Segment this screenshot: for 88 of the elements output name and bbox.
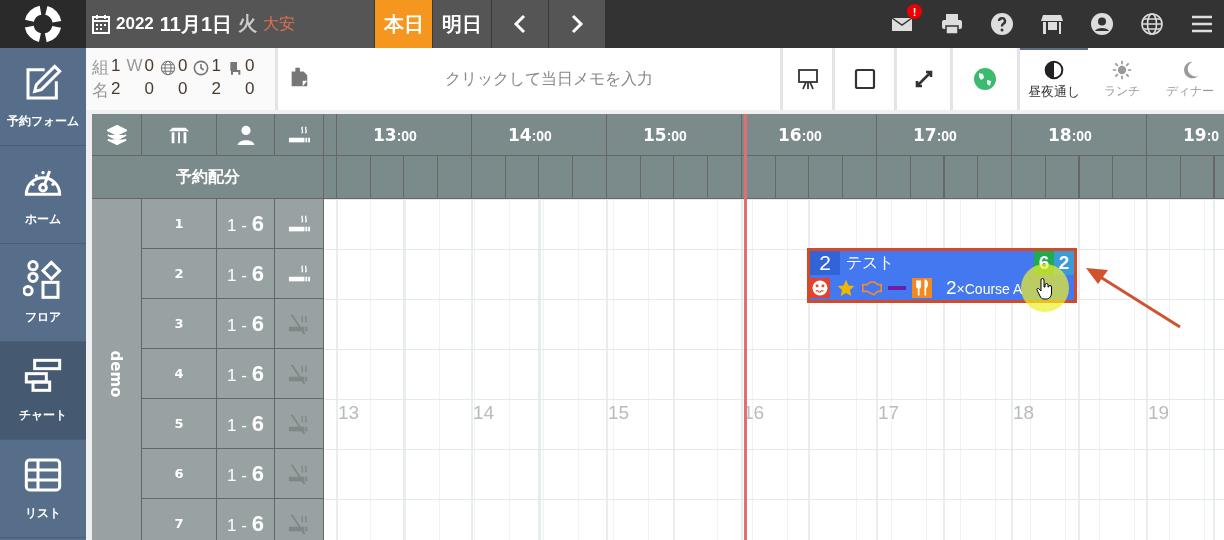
stats-value: 2 (211, 79, 221, 100)
user-button[interactable] (1090, 12, 1114, 36)
sidebar-item[interactable]: チャート (0, 342, 86, 440)
globe-button[interactable] (1140, 12, 1164, 36)
party-size: 2 (810, 251, 840, 275)
hour-label: 19:0 (1183, 124, 1220, 145)
hour-mark: 14 (473, 402, 495, 424)
store-button[interactable] (1040, 12, 1064, 36)
square-button[interactable] (835, 48, 897, 110)
help-button[interactable] (990, 12, 1014, 36)
stats-value: 0 (244, 56, 255, 77)
table-number-cell: 2 (142, 249, 217, 299)
tomorrow-button[interactable]: 明日 (432, 0, 491, 48)
capacity-cell: 1 - 6 (217, 299, 275, 349)
presentation-icon (795, 67, 820, 91)
stats-value: 0 (178, 79, 188, 100)
hour-label: 15:00 (643, 124, 687, 145)
print-icon (940, 12, 964, 36)
capacity-cell: 1 - 6 (217, 249, 275, 299)
stats-value: 0 (144, 79, 154, 100)
user-icon (1090, 12, 1114, 36)
globe-icon (160, 59, 176, 76)
shift-tab[interactable]: ディナー (1156, 48, 1224, 110)
help-icon (990, 12, 1014, 36)
face-icon (810, 277, 830, 298)
layers-icon (105, 123, 128, 146)
capacity-cell: 1 - 6 (217, 349, 275, 399)
stats-value: 0 (178, 56, 188, 77)
table-number-cell: 1 (142, 199, 217, 249)
hour-label: 14:00 (508, 124, 552, 145)
globe-icon (1140, 12, 1164, 36)
capacity-cell: 1 - 6 (217, 399, 275, 449)
stats-label: 組 (92, 57, 109, 79)
hour-label: 17:00 (913, 124, 957, 145)
shift-tab[interactable]: 昼夜通し (1020, 48, 1088, 110)
shift-tab[interactable]: ランチ (1088, 48, 1156, 110)
hour-mark: 15 (608, 402, 630, 424)
capacity-cell: 1 - 6 (217, 199, 275, 249)
weekday: 火 (238, 12, 258, 36)
capacity-cell: 1 - 6 (217, 449, 275, 499)
date-text: 11月1日 (159, 11, 233, 37)
earth-icon (973, 67, 997, 91)
course-label: 2×Course A (946, 276, 1023, 299)
table-number-cell: 5 (142, 399, 217, 449)
group-label: demo (107, 350, 126, 398)
hand-cursor-icon (1036, 278, 1054, 300)
table-number-cell: 6 (142, 449, 217, 499)
table-number-cell: 4 (142, 349, 217, 399)
capacity-cell: 1 - 6 (217, 499, 275, 540)
lunch-icon (1112, 60, 1132, 80)
store-icon (1040, 12, 1064, 36)
hour-label: 16:00 (778, 124, 822, 145)
shapes-icon (23, 259, 63, 299)
hour-mark: 18 (1013, 402, 1035, 424)
dash-icon (888, 285, 906, 290)
table-number-cell: 7 (142, 499, 217, 540)
allocation-header: 予約配分 (92, 156, 324, 199)
memo-field[interactable]: クリックして当日メモを入力 (278, 48, 783, 110)
table-number-cell: 3 (142, 299, 217, 349)
hour-label: 18:00 (1048, 124, 1092, 145)
previous-day-button[interactable] (491, 0, 548, 48)
logo-icon[interactable] (23, 4, 63, 44)
calendar-icon (92, 14, 110, 34)
stats-value: 0 (144, 56, 154, 77)
presentation-button[interactable] (783, 48, 835, 110)
notification-badge: ! (907, 4, 922, 19)
reservation-name: テスト (845, 252, 894, 273)
stats-value: 0 (244, 79, 255, 100)
hour-mark: 17 (878, 402, 900, 424)
rokuyo-label: 大安 (263, 13, 296, 34)
stats-value: 2 (111, 79, 121, 100)
chevron-left-icon (513, 14, 527, 34)
stats-value: 1 (211, 56, 221, 77)
mail-button[interactable]: ! (890, 4, 922, 36)
date-year: 2022 (116, 14, 154, 34)
clock-icon (193, 59, 210, 76)
hour-mark: 19 (1148, 402, 1170, 424)
square-icon (852, 67, 877, 91)
cutlery-icon (912, 277, 932, 298)
print-button[interactable] (940, 12, 964, 36)
expand-button[interactable] (897, 48, 953, 110)
walk-in-label: W (126, 56, 143, 77)
next-day-button[interactable] (548, 0, 605, 48)
stats-value: 1 (111, 56, 121, 77)
hour-mark: 13 (338, 402, 360, 424)
chevron-right-icon (570, 14, 584, 34)
stats-label: 名 (92, 80, 109, 102)
hour-label: 13:00 (373, 124, 417, 145)
